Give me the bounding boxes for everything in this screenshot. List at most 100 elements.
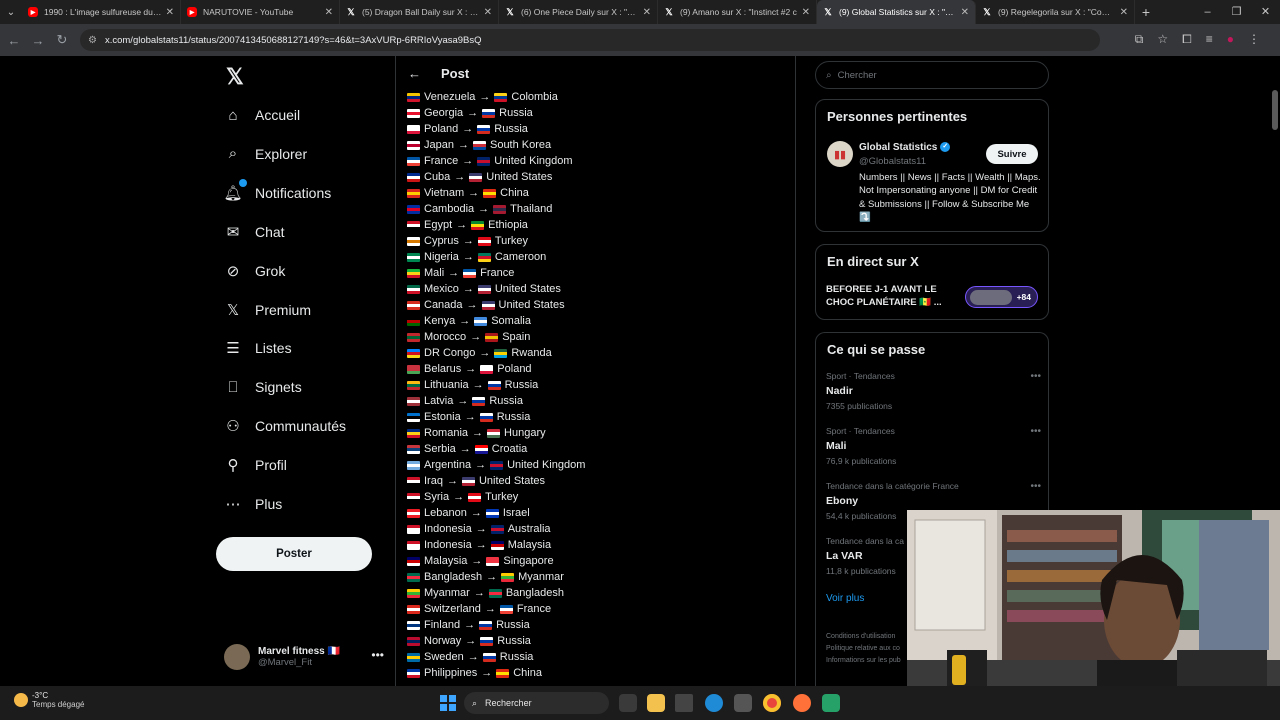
nav-item-profil[interactable]: ⚲ Profil <box>224 452 287 478</box>
post-button[interactable]: Poster <box>216 537 372 571</box>
nav-item-chat[interactable]: ✉ Chat <box>224 219 285 245</box>
nav-item-grok[interactable]: ⊘ Grok <box>224 258 286 284</box>
country-from: Syria <box>424 491 450 503</box>
close-tab-icon[interactable]: ✕ <box>802 7 810 18</box>
follow-button[interactable]: Suivre <box>986 144 1038 164</box>
site-info-icon[interactable]: ⚙ <box>88 35 97 46</box>
file-explorer-icon[interactable] <box>647 694 665 712</box>
country-from: Georgia <box>424 107 464 119</box>
close-tab-icon[interactable]: ✕ <box>484 7 492 18</box>
minimize-icon[interactable]: – <box>1193 0 1222 24</box>
footer-link[interactable]: Informations sur les pub <box>826 655 901 667</box>
browser-tab[interactable]: 𝕏 (9) Global Statistics sur X : "Cou ✕ <box>817 0 976 24</box>
flag-icon <box>407 252 420 262</box>
windows-start-icon[interactable] <box>440 695 456 711</box>
task-view-icon[interactable] <box>619 694 637 712</box>
footer-link[interactable]: Politique relative aux co <box>826 643 901 655</box>
url-text: x.com/globalstats11/status/2007413450688… <box>104 34 482 46</box>
menu-icon[interactable]: ⋮ <box>1248 32 1260 47</box>
back-arrow-icon[interactable]: ← <box>408 66 421 81</box>
nav-item-communautés[interactable]: ⚇ Communautés <box>224 413 346 439</box>
x-logo-icon[interactable]: 𝕏 <box>226 64 244 90</box>
nav-item-accueil[interactable]: ⌂ Accueil <box>224 102 300 128</box>
browser-tab[interactable]: 𝕏 (9) Regelegorila sur X : "Comm ✕ <box>976 0 1135 24</box>
country-to: France <box>480 267 515 279</box>
footer-link[interactable]: Conditions d'utilisation <box>826 631 901 643</box>
live-headline[interactable]: BEFOREE J-1 AVANT LE CHOC PLANÉTAIRE 🇸🇳 … <box>826 284 956 309</box>
more-icon[interactable]: ••• <box>371 648 384 662</box>
country-to: Russia <box>499 107 533 119</box>
trend-item[interactable]: Sport · Tendances Nadir 7355 publication… <box>826 371 1041 411</box>
browser-tab[interactable]: 𝕏 (6) One Piece Daily sur X : "Rou ✕ <box>499 0 658 24</box>
profile-name[interactable]: Global Statistics ✓ <box>859 142 951 153</box>
more-icon[interactable]: ••• <box>1030 481 1041 492</box>
browser-tab[interactable]: 𝕏 (5) Dragon Ball Daily sur X : "Ve ✕ <box>340 0 499 24</box>
trend-name: Nadir <box>826 385 853 397</box>
close-window-icon[interactable]: ✕ <box>1251 0 1280 24</box>
maximize-icon[interactable]: ❐ <box>1222 0 1251 24</box>
live-listeners-pill[interactable]: +84 <box>965 286 1038 308</box>
edge-icon[interactable] <box>705 694 723 712</box>
reload-icon[interactable]: ↻ <box>50 32 74 48</box>
arrow-icon: → <box>448 267 460 279</box>
country-from: Estonia <box>424 411 461 423</box>
nav-item-explorer[interactable]: ⌕ Explorer <box>224 141 307 167</box>
scrollbar-thumb[interactable] <box>1272 90 1278 130</box>
flag-icon <box>461 476 475 486</box>
browser-tab[interactable]: ▶ NARUTOVIE - YouTube ✕ <box>181 0 340 24</box>
rivalry-row: Myanmar → Bangladesh <box>407 585 787 601</box>
browser-tab[interactable]: ▶ 1990 : L'image sulfureuse du rap ✕ <box>22 0 181 24</box>
trend-item[interactable]: Sport · Tendances Mali 76,9 k publicatio… <box>826 426 1041 466</box>
arrow-icon: → <box>464 411 476 423</box>
nav-item-premium[interactable]: 𝕏 Premium <box>224 297 311 323</box>
flag-icon <box>407 268 420 278</box>
rivalry-row: Canada → United States <box>407 297 787 313</box>
extensions-icon[interactable]: ⧠ <box>1182 32 1192 47</box>
country-from: DR Congo <box>424 347 476 359</box>
bookmark-star-icon[interactable]: ☆ <box>1157 32 1168 47</box>
url-field[interactable]: ⚙ x.com/globalstats11/status/20074134506… <box>80 29 1100 51</box>
weather-widget[interactable]: -3°C Temps dégagé <box>14 691 84 709</box>
rivalry-row: Indonesia → Australia <box>407 521 787 537</box>
taskbar-search[interactable]: ⌕ Rechercher <box>464 692 609 714</box>
media-app-icon[interactable] <box>675 694 693 712</box>
close-tab-icon[interactable]: ✕ <box>166 7 174 18</box>
country-from: Mali <box>424 267 445 279</box>
flag-icon <box>407 332 420 342</box>
more-icon[interactable]: ••• <box>1030 426 1041 437</box>
chrome-icon[interactable] <box>763 694 781 712</box>
close-tab-icon[interactable]: ✕ <box>961 7 969 18</box>
forward-icon[interactable]: → <box>26 33 50 48</box>
profile-avatar-icon[interactable]: ● <box>1227 32 1234 47</box>
more-icon[interactable]: ••• <box>1030 371 1041 382</box>
store-icon[interactable] <box>734 694 752 712</box>
listener-count: +84 <box>1016 292 1031 302</box>
nav-item-plus[interactable]: ⋯ Plus <box>224 491 283 517</box>
nav-item-label: Chat <box>255 223 285 240</box>
back-icon[interactable]: ← <box>2 33 26 48</box>
close-tab-icon[interactable]: ✕ <box>643 7 651 18</box>
app-icon[interactable] <box>822 694 840 712</box>
flag-icon <box>407 156 420 166</box>
browser-tab[interactable]: 𝕏 (9) Amano sur X : "Instinct #2 c ✕ <box>658 0 817 24</box>
firefox-icon[interactable] <box>793 694 811 712</box>
install-app-icon[interactable]: ⧉ <box>1135 32 1144 47</box>
new-tab-button[interactable]: + <box>1135 4 1157 20</box>
account-switcher[interactable]: Marvel fitness 🇫🇷 @Marvel_Fit ••• <box>224 642 384 672</box>
country-to: Cameroon <box>494 251 547 263</box>
nav-item-listes[interactable]: ☰ Listes <box>224 335 291 361</box>
close-tab-icon[interactable]: ✕ <box>1120 7 1128 18</box>
tab-search-dropdown-icon[interactable]: ⌄ <box>0 0 22 24</box>
nav-item-notifications[interactable]: 🔔︎ Notifications <box>223 178 331 206</box>
avatar[interactable]: ▮▮ <box>827 141 853 167</box>
more-circle-icon: ⋯ <box>225 496 241 513</box>
flag-icon <box>407 284 420 294</box>
media-icon[interactable]: ≡ <box>1206 32 1213 47</box>
search-input[interactable]: ⌕ Chercher <box>815 61 1049 89</box>
flag-icon <box>407 620 420 630</box>
country-to: Turkey <box>494 235 529 247</box>
show-more-link[interactable]: Voir plus <box>826 593 864 604</box>
nav-item-signets[interactable]: ⎕ Signets <box>224 374 301 400</box>
close-tab-icon[interactable]: ✕ <box>325 7 333 18</box>
country-to: United States <box>486 171 553 183</box>
